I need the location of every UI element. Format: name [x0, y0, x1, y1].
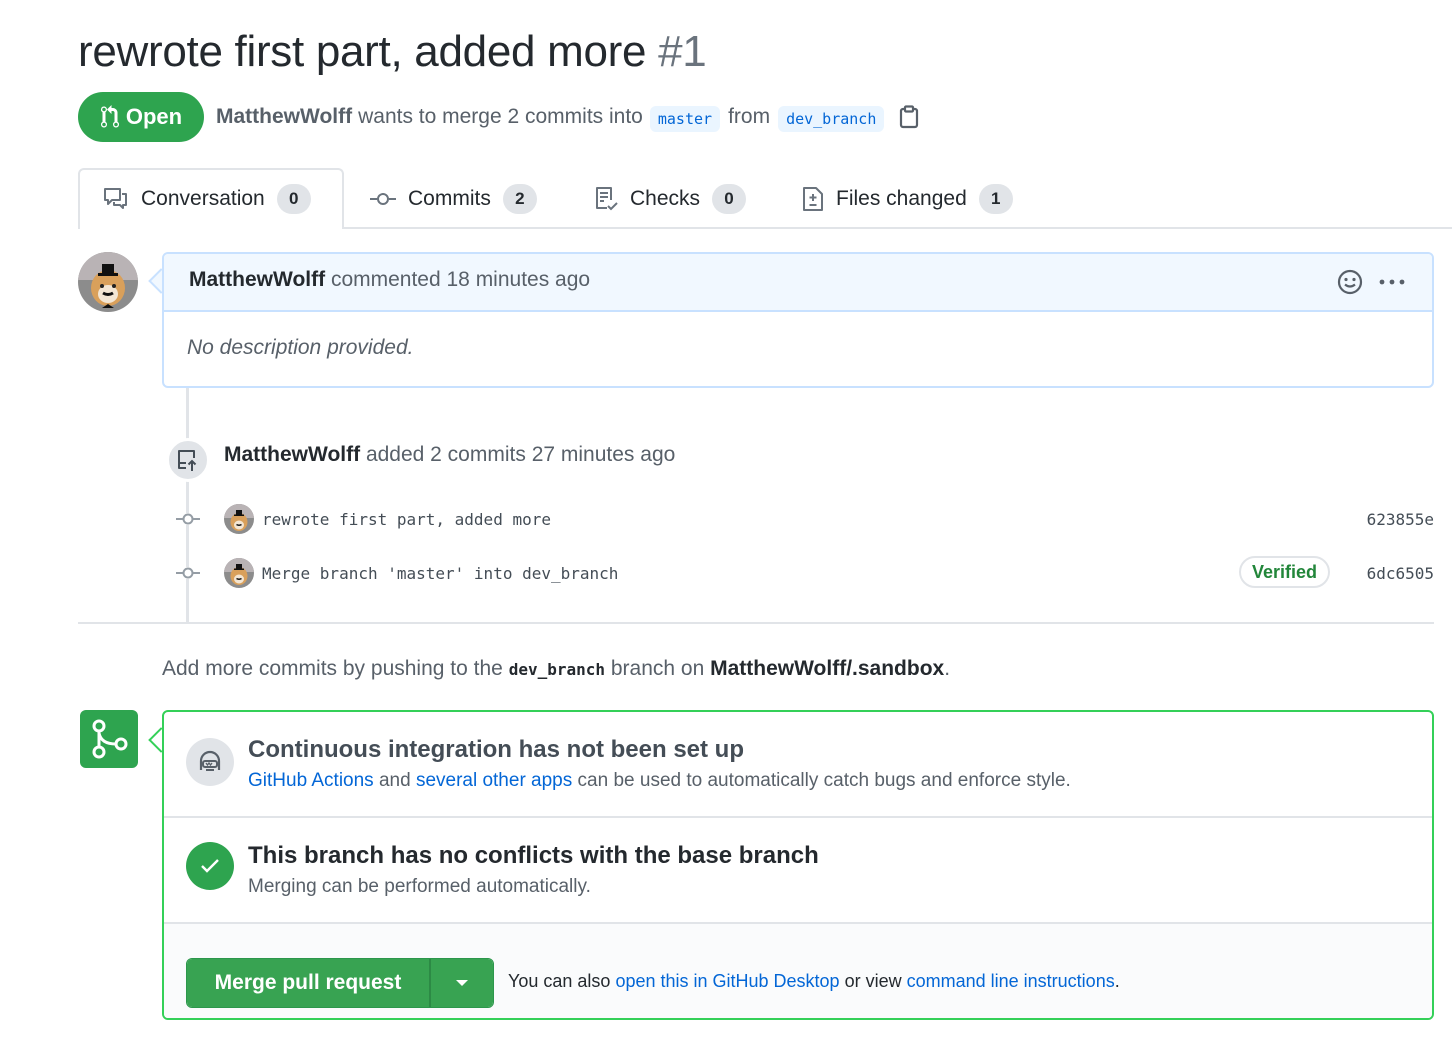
- comment-timestamp[interactable]: 18 minutes ago: [447, 268, 591, 291]
- ci-title: Continuous integration has not been set …: [248, 736, 744, 763]
- pr-from-text: from: [728, 105, 771, 128]
- ci-and-text: and: [378, 770, 411, 791]
- comment-header: MatthewWolff commented 18 minutes ago: [164, 254, 1432, 312]
- tab-checks-count: 0: [712, 184, 747, 214]
- more-options-button[interactable]: [1376, 268, 1408, 296]
- check-icon: [201, 859, 219, 873]
- pr-state-label: Open: [125, 104, 183, 129]
- pr-title: rewrote first part, added more #1: [78, 24, 707, 80]
- other-apps-link[interactable]: several other apps: [416, 770, 572, 791]
- tab-conversation-label: Conversation: [141, 187, 265, 210]
- merge-action-section: Merge pull request You can also open thi…: [164, 924, 1432, 1018]
- github-desktop-link[interactable]: open this in GitHub Desktop: [615, 971, 839, 991]
- copilot-robot-icon: [199, 750, 221, 771]
- tab-checks-label: Checks: [630, 187, 701, 210]
- action-suffix: .: [1114, 971, 1120, 991]
- push-event-text: MatthewWolff added 2 commits 27 minutes …: [224, 443, 675, 467]
- git-merge-badge: [80, 710, 138, 768]
- head-branch-tag[interactable]: dev_branch: [778, 106, 885, 132]
- push-hint-repo: MatthewWolff/.sandbox: [710, 657, 945, 680]
- tab-files-changed[interactable]: Files changed 1: [802, 183, 1013, 215]
- push-author-link[interactable]: MatthewWolff: [224, 443, 360, 466]
- git-pull-request-icon: [100, 105, 120, 129]
- comment-action: commented: [330, 268, 441, 291]
- git-merge-icon: [92, 719, 128, 759]
- pr-title-text: rewrote first part, added more: [78, 27, 647, 76]
- merge-box: Continuous integration has not been set …: [162, 710, 1434, 1020]
- commit-message-link[interactable]: Merge branch 'master' into dev_branch: [262, 564, 618, 583]
- merge-method-dropdown[interactable]: [431, 959, 493, 1007]
- push-hint: Add more commits by pushing to the dev_b…: [162, 657, 950, 681]
- push-timestamp[interactable]: 27 minutes ago: [532, 443, 676, 466]
- pr-number: #1: [658, 27, 707, 76]
- check-badge: [186, 842, 234, 890]
- tab-files-changed-label: Files changed: [836, 187, 967, 210]
- repo-push-icon: [178, 450, 197, 471]
- pr-merge-text: wants to merge 2 commits into: [358, 105, 643, 128]
- git-commit-icon: [172, 567, 204, 579]
- merge-button-group: Merge pull request: [186, 958, 494, 1008]
- clipboard-icon[interactable]: [899, 105, 919, 129]
- avatar[interactable]: [78, 252, 138, 312]
- avatar-image: [78, 252, 138, 312]
- commit-message-link[interactable]: rewrote first part, added more: [262, 510, 551, 529]
- ci-status-section: Continuous integration has not been set …: [164, 712, 1432, 818]
- tab-commits-label: Commits: [408, 187, 491, 210]
- tab-conversation-content[interactable]: Conversation 0: [103, 183, 311, 215]
- comment-header-text: MatthewWolff commented 18 minutes ago: [189, 268, 590, 292]
- add-reaction-button[interactable]: [1336, 268, 1364, 296]
- commit-sha-link[interactable]: 623855e: [1367, 510, 1434, 529]
- push-action: added 2 commits: [365, 443, 526, 466]
- commit-sha-link[interactable]: 6dc6505: [1367, 564, 1434, 583]
- comment-author-link[interactable]: MatthewWolff: [189, 268, 325, 291]
- tab-checks[interactable]: Checks 0: [594, 183, 747, 215]
- ci-subtext: GitHub Actions and several other apps ca…: [248, 770, 1071, 792]
- conflict-status-section: This branch has no conflicts with the ba…: [164, 818, 1432, 924]
- tab-commits[interactable]: Commits 2: [370, 183, 537, 215]
- commit-row: rewrote first part, added more 623855e: [172, 503, 1434, 535]
- checklist-icon: [594, 186, 618, 212]
- comment-discussion-icon: [103, 187, 129, 211]
- ci-rest-text: can be used to automatically catch bugs …: [577, 770, 1071, 791]
- command-line-instructions-link[interactable]: command line instructions: [907, 971, 1115, 991]
- merge-alternatives-text: You can also open this in GitHub Desktop…: [508, 971, 1120, 992]
- file-diff-icon: [802, 186, 824, 212]
- commit-avatar[interactable]: [224, 558, 254, 588]
- merge-pull-request-button[interactable]: Merge pull request: [187, 959, 431, 1007]
- tab-conversation-count: 0: [276, 184, 311, 214]
- comment-box: MatthewWolff commented 18 minutes ago No…: [162, 252, 1434, 388]
- github-actions-link[interactable]: GitHub Actions: [248, 770, 374, 791]
- tab-files-changed-count: 1: [978, 184, 1013, 214]
- kebab-horizontal-icon: [1379, 279, 1405, 285]
- tab-commits-count: 2: [502, 184, 537, 214]
- timeline-divider: [78, 622, 1434, 624]
- verified-badge[interactable]: Verified: [1238, 556, 1330, 588]
- pr-state-badge: Open: [78, 92, 204, 142]
- push-hint-prefix: Add more commits by pushing to the: [162, 657, 503, 680]
- also-prefix: You can also: [508, 971, 611, 991]
- pr-author-link[interactable]: MatthewWolff: [216, 105, 352, 129]
- push-hint-suffix: .: [944, 657, 951, 680]
- commit-avatar[interactable]: [224, 504, 254, 534]
- comment-body: No description provided.: [187, 336, 414, 359]
- ci-icon-badge: [186, 738, 234, 786]
- git-commit-icon: [172, 513, 204, 525]
- conflict-title: This branch has no conflicts with the ba…: [248, 842, 819, 869]
- triangle-down-icon: [456, 980, 468, 986]
- or-view-text: or view: [844, 971, 902, 991]
- conflict-subtext: Merging can be performed automatically.: [248, 876, 591, 897]
- pr-meta: MatthewWolff wants to merge 2 commits in…: [216, 100, 919, 134]
- push-hint-branch: dev_branch: [508, 660, 606, 679]
- commit-row: Merge branch 'master' into dev_branch Ve…: [172, 556, 1434, 589]
- smiley-icon: [1337, 269, 1363, 295]
- base-branch-tag[interactable]: master: [649, 106, 721, 132]
- push-hint-middle: branch on: [610, 657, 705, 680]
- repo-push-badge: [166, 438, 210, 482]
- git-commit-icon: [370, 192, 396, 206]
